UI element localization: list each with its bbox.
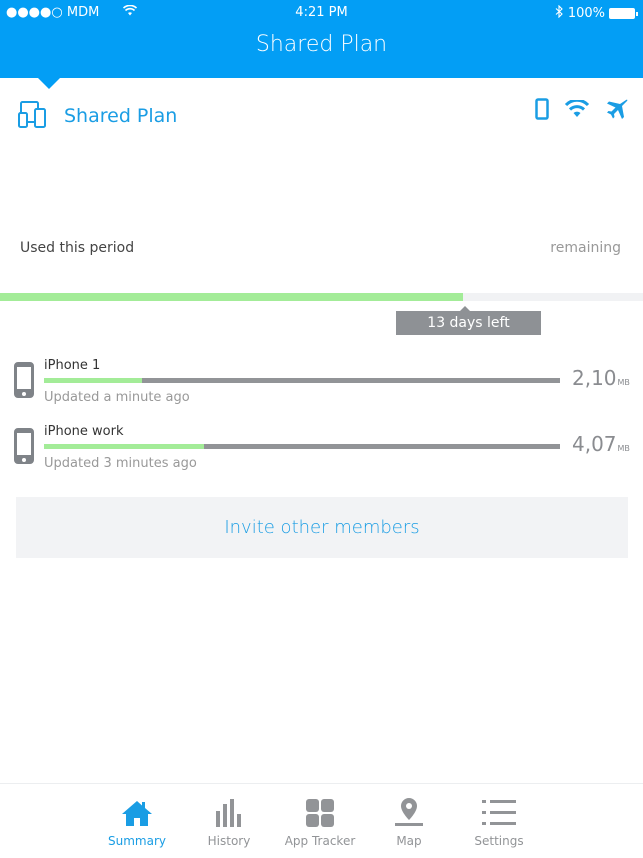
tab-label: App Tracker <box>284 834 356 848</box>
status-time: 4:21 PM <box>295 5 348 20</box>
device-row[interactable]: iPhone work Updated 3 minutes ago 4,07MB <box>14 424 634 484</box>
page-title: Shared Plan <box>255 32 388 57</box>
period-progress-fill <box>0 293 463 301</box>
device-updated: Updated 3 minutes ago <box>44 456 197 471</box>
battery-percent: 100% <box>567 6 605 21</box>
tab-map[interactable]: Map <box>364 798 454 848</box>
device-usage-value: 2,10MB <box>572 366 630 390</box>
header-pointer <box>38 78 60 89</box>
tab-label: Map <box>396 834 422 848</box>
usage-number: 4,07 <box>572 432 617 456</box>
grid-icon <box>306 799 334 830</box>
used-this-period-label: Used this period <box>20 240 135 256</box>
iphone-icon <box>14 428 34 464</box>
device-name: iPhone 1 <box>44 358 101 373</box>
iphone-icon <box>14 362 34 398</box>
plan-title: Shared Plan <box>64 105 178 127</box>
tab-app-tracker[interactable]: App Tracker <box>275 798 365 848</box>
tab-label: History <box>207 834 251 848</box>
device-usage-bar <box>44 378 560 383</box>
bar-chart-icon <box>215 799 243 830</box>
list-icon <box>482 799 516 830</box>
usage-unit: MB <box>617 378 630 387</box>
tab-history[interactable]: History <box>184 798 274 848</box>
airplane-icon[interactable] <box>605 97 629 125</box>
period-progress-bar <box>0 293 643 301</box>
home-icon <box>121 799 153 830</box>
device-usage-fill <box>44 444 204 449</box>
bluetooth-icon <box>555 4 564 22</box>
plan-header: Shared Plan <box>18 100 177 132</box>
device-updated: Updated a minute ago <box>44 390 190 405</box>
usage-number: 2,10 <box>572 366 617 390</box>
wifi-icon[interactable] <box>564 98 590 122</box>
device-row[interactable]: iPhone 1 Updated a minute ago 2,10MB <box>14 358 634 418</box>
tab-label: Settings <box>474 834 524 848</box>
invite-members-button[interactable]: Invite other members <box>16 497 628 558</box>
battery-icon <box>609 8 638 19</box>
days-left-tooltip: 13 days left <box>396 306 541 335</box>
tab-bar: Summary History App Tracker Map Settings <box>0 783 643 858</box>
plan-status-icons <box>535 97 629 125</box>
devices-icon <box>18 100 46 132</box>
header: ●●●●○ MDM 4:21 PM 100% Shared Plan <box>0 0 643 78</box>
tab-summary[interactable]: Summary <box>92 798 182 848</box>
map-pin-icon <box>394 797 424 830</box>
device-usage-fill <box>44 378 143 383</box>
device-usage-value: 4,07MB <box>572 432 630 456</box>
tab-settings[interactable]: Settings <box>454 798 544 848</box>
usage-unit: MB <box>617 444 630 453</box>
tab-label: Summary <box>108 834 166 848</box>
device-usage-bar <box>44 444 560 449</box>
phone-icon[interactable] <box>535 98 549 124</box>
remaining-label: remaining <box>550 240 621 256</box>
status-bar: ●●●●○ MDM 4:21 PM 100% <box>0 0 643 26</box>
device-name: iPhone work <box>44 424 124 439</box>
